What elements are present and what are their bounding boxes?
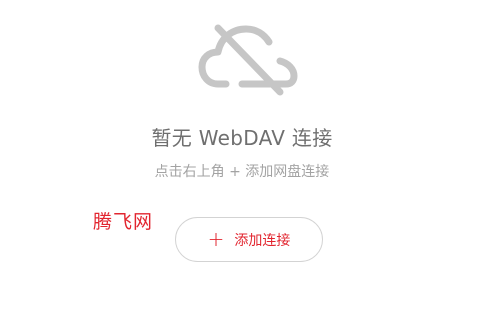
cloud-off-icon	[198, 24, 298, 96]
plus-icon: +	[207, 226, 225, 251]
empty-state-hint: 点击右上角 + 添加网盘连接	[154, 164, 330, 180]
add-connection-label: 添加连接	[234, 232, 291, 249]
webdav-empty-page: 暂无 WebDAV 连接 点击右上角 + 添加网盘连接 腾飞网 + 添加连接	[0, 0, 484, 323]
add-connection-button[interactable]: + 添加连接	[175, 217, 323, 262]
empty-state-title: 暂无 WebDAV 连接	[151, 126, 333, 150]
watermark-text: 腾飞网	[93, 211, 154, 233]
